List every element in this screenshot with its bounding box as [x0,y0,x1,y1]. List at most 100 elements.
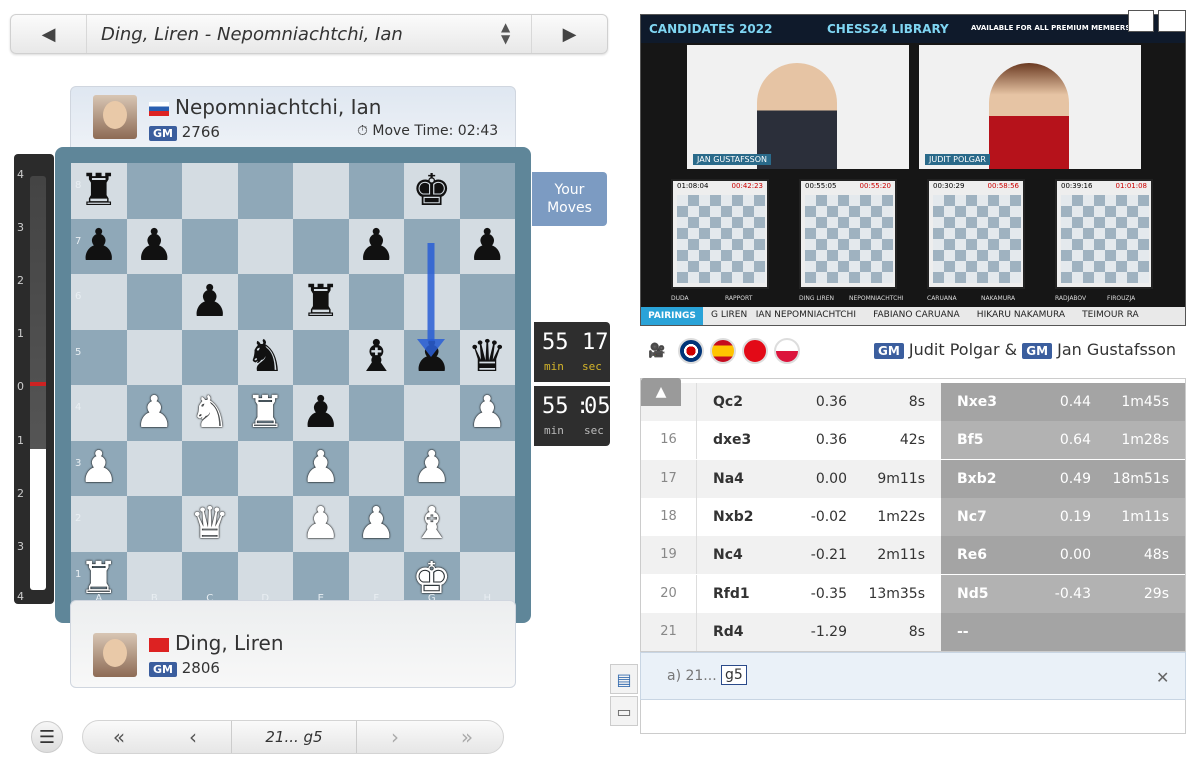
flag-icon [149,637,169,652]
notes-area[interactable] [640,700,1186,734]
white-move-cell[interactable]: Nxb2 -0.02 1m22s [697,498,941,536]
language-en-icon[interactable] [678,338,704,364]
eval-tick: 4 [17,590,24,603]
previous-game-button[interactable]: ◀ [11,15,87,53]
menu-button[interactable]: ☰ [31,721,63,753]
commentator-name: Judit Polgar & [908,340,1018,359]
move-san: Rfd1 [713,585,750,602]
white-move-cell[interactable]: Qc2 0.36 8s [697,383,941,421]
player-rating: 2806 [181,659,220,677]
clock-seconds: 05 [584,394,611,419]
move-san: Nd5 [957,585,989,602]
clock-seconds: 17 [582,330,609,355]
move-san: dxe3 [713,432,752,449]
move-eval: 0.36 [815,394,847,410]
next-move-button[interactable]: › [359,721,431,753]
half-screen-icon[interactable] [1128,10,1154,32]
white-move-cell[interactable]: Rd4 -1.29 8s [697,613,941,651]
triangle-up-icon: ▲ [655,384,667,400]
arrow-left-icon: ◀ [41,23,56,45]
arrow-right-icon: ▶ [562,23,577,45]
camera-left: JAN GUSTAFSSON [687,45,909,169]
variation-move[interactable]: g5 [721,665,747,685]
previous-move-button[interactable]: ‹ [157,721,229,753]
move-eval: 0.00 [815,470,847,487]
move-san: Qc2 [713,394,743,410]
avatar [93,633,137,677]
full-screen-icon[interactable] [1158,10,1186,32]
white-move-cell[interactable]: Nc4 -0.21 2m11s [697,536,941,574]
mini-board: 01:08:04 00:42:23 [671,179,769,289]
video-layout-toggles [1128,10,1186,32]
move-eval: 0.19 [1059,508,1091,525]
player-name[interactable]: Ding, Liren [175,631,284,655]
move-time: 1m45s [1121,394,1169,410]
move-eval: -0.35 [810,585,847,602]
table-row: 16 dxe3 0.36 42s Bf5 0.64 1m28s [641,421,1185,460]
black-move-cell[interactable]: Bxb2 0.49 18m51s [941,459,1185,498]
white-move-cell[interactable]: Na4 0.00 9m11s [697,460,941,498]
player-name[interactable]: Nepomniachtchi, Ian [175,95,381,119]
black-move-cell[interactable]: Nc7 0.19 1m11s [941,497,1185,536]
mini-board: 00:39:16 01:01:08 [1055,179,1153,289]
current-move: 21... g5 [231,721,357,753]
move-time: 9m11s [877,470,925,487]
clock-minutes: 55 [542,394,569,419]
evaluation-bar: 4 3 2 1 0 1 2 3 4 [14,154,54,604]
moves-list-icon[interactable]: ▤ [610,664,638,694]
pairings-ticker: PAIRINGS G LIREN IAN NEPOMNIACHTCHI FABI… [641,307,1185,325]
move-eval: 0.64 [1059,432,1091,449]
camera-icon[interactable]: 🎥 [644,338,670,364]
eval-tick: 2 [17,274,24,287]
language-tr-icon[interactable] [742,338,768,364]
clock-top: 55 17 min sec [534,322,610,382]
black-move-cell[interactable]: -- [941,612,1185,651]
move-san: Na4 [713,470,744,487]
eval-tick: 1 [17,434,24,447]
chevron-right-icon: › [391,725,399,749]
move-time: 29s [1143,585,1169,602]
sort-updown-icon[interactable]: ▲ ▼ [501,21,510,45]
last-move-button[interactable]: » [431,721,503,753]
next-game-button[interactable]: ▶ [531,15,607,53]
move-time: 48s [1143,547,1169,564]
scroll-up-button[interactable]: ▲ [641,378,681,406]
black-move-cell[interactable]: Nxe3 0.44 1m45s [941,383,1185,421]
your-moves-button[interactable]: Your Moves [532,172,607,226]
white-move-cell[interactable]: dxe3 0.36 42s [697,421,941,459]
move-time: Move Time: 02:43 [372,123,499,139]
your-moves-line1: Your [554,182,585,198]
language-pl-icon[interactable] [774,338,800,364]
double-chevron-right-icon: » [460,725,474,749]
move-eval: -0.43 [1054,585,1091,602]
eval-tick: 1 [17,327,24,340]
black-move-cell[interactable]: Bf5 0.64 1m28s [941,421,1185,460]
move-number: 21 [641,612,697,651]
move-navigation: « ‹ 21... g5 › » [82,720,504,754]
table-row: 20 Rfd1 -0.35 13m35s Nd5 -0.43 29s [641,574,1185,613]
move-san: Nc4 [713,547,743,564]
move-eval: 0.49 [1059,470,1091,487]
move-eval: 0.00 [1059,547,1091,564]
move-san: Rd4 [713,623,744,640]
move-eval: -0.02 [810,508,847,525]
first-move-button[interactable]: « [83,721,155,753]
move-eval: 0.36 [815,432,847,449]
move-eval: -1.29 [810,623,847,640]
black-move-cell[interactable]: Re6 0.00 48s [941,536,1185,575]
premium-banner: AVAILABLE FOR ALL PREMIUM MEMBERS [971,24,1131,32]
stopwatch-icon: ⏱ [357,123,368,139]
camera-name-label: JAN GUSTAFSSON [693,154,771,165]
black-move-cell[interactable]: Nd5 -0.43 29s [941,574,1185,613]
move-san: Re6 [957,547,988,564]
video-player[interactable]: CANDIDATES 2022 CHESS24 LIBRARY AVAILABL… [640,14,1186,326]
close-icon[interactable]: ✕ [1156,668,1169,687]
comments-icon[interactable]: ▭ [610,696,638,726]
title-badge: GM [874,343,904,359]
white-move-cell[interactable]: Rfd1 -0.35 13m35s [697,575,941,613]
variation-prefix: a) 21... [667,668,717,684]
game-title[interactable]: Ding, Liren - Nepomniachtchi, Ian [101,24,403,45]
eval-tick: 3 [17,540,24,553]
language-es-icon[interactable] [710,338,736,364]
variation-line: a) 21... g5 [640,652,1186,700]
